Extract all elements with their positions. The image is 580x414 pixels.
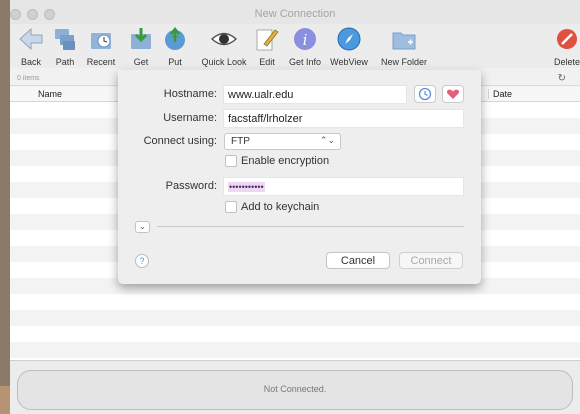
disclosure-chevron-icon[interactable]: ⌄ [135,221,150,233]
new-folder-label: New Folder [380,57,427,67]
new-folder-icon [392,32,416,50]
items-count: 0 items [17,75,40,82]
delete-icon [557,29,577,49]
divider [157,226,464,227]
connect-using-label: Connect using: [143,135,217,147]
webview-label: WebView [330,57,368,67]
quick-look-button[interactable]: Quick Look [196,26,252,68]
recent-label: Recent [86,57,116,67]
password-field[interactable]: ••••••••••• [223,177,464,196]
bottom-bar: Not Connected. [10,360,580,414]
username-label: Username: [163,112,217,124]
history-clock-icon [418,87,432,101]
help-button[interactable]: ? [135,254,149,268]
enable-encryption-label: Enable encryption [241,155,330,167]
background-desktop [0,386,10,414]
edit-button[interactable]: Edit [252,26,282,68]
path-folders-icon [55,29,75,50]
recent-clock-icon [91,33,111,49]
back-button[interactable]: Back [14,26,48,68]
delete-button[interactable]: Delete [550,26,580,68]
enable-encryption-checkbox[interactable] [225,155,237,167]
get-info-label: Get Info [288,57,322,67]
protocol-select[interactable]: FTP ⌃⌄ [224,133,341,150]
recent-button[interactable]: Recent [82,26,120,68]
put-upload-icon [165,26,185,50]
back-arrow-icon [19,27,43,51]
connect-button[interactable]: Connect [399,252,463,269]
webview-button[interactable]: WebView [327,26,371,68]
path-button[interactable]: Path [48,26,82,68]
put-label: Put [168,57,182,67]
delete-label: Delete [553,57,580,67]
hostname-field[interactable]: www.ualr.edu [223,85,407,104]
hostname-label: Hostname: [163,88,217,100]
password-label: Password: [165,180,217,192]
back-label: Back [20,57,41,67]
add-to-keychain-checkbox[interactable] [225,201,237,213]
put-button[interactable]: Put [158,26,192,68]
info-icon: i [294,28,316,50]
heart-icon [446,89,460,99]
edit-pencil-icon [256,29,279,51]
path-label: Path [55,57,75,67]
get-download-icon [131,28,151,49]
toolbar: Back Path Recent Get Put Quick Look Edit… [10,24,580,68]
column-date[interactable]: Date [488,89,512,99]
get-info-button[interactable]: i Get Info [285,26,325,68]
quick-look-label: Quick Look [201,57,247,67]
new-folder-button[interactable]: New Folder [378,26,430,68]
username-field[interactable]: facstaff/lrholzer [223,109,464,128]
compass-icon [337,27,361,51]
refresh-icon[interactable]: ↻ [558,73,566,84]
select-chevron-icon: ⌃⌄ [319,135,335,145]
eye-icon [211,32,237,46]
title-bar: New Connection [10,0,580,26]
connection-status: Not Connected. [17,370,573,410]
column-name[interactable]: Name [38,89,62,99]
history-button[interactable] [414,85,436,103]
cancel-button[interactable]: Cancel [326,252,390,269]
get-button[interactable]: Get [124,26,158,68]
add-to-keychain-label: Add to keychain [241,201,320,213]
favorites-button[interactable] [442,85,464,103]
new-connection-sheet: Hostname: www.ualr.edu Username: facstaf… [118,70,481,284]
protocol-value: FTP [231,136,250,147]
password-value: ••••••••••• [228,182,265,192]
window-title: New Connection [254,8,336,20]
edit-label: Edit [259,57,275,67]
svg-text:i: i [303,31,308,49]
get-label: Get [133,57,149,67]
